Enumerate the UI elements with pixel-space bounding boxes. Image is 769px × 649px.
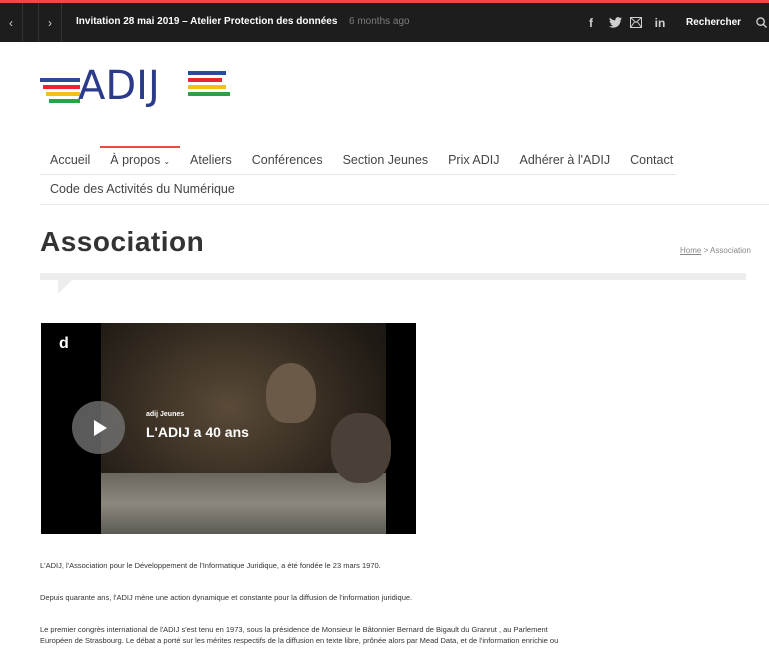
logo-stripe-blue-right [188, 71, 226, 75]
menu-item-a-propos[interactable]: À propos ⌄ [100, 146, 181, 174]
logo-stripe-yellow-right [188, 85, 226, 89]
video-thumbnail-table [101, 473, 386, 534]
logo-stripe-blue [40, 78, 80, 82]
menu-item-ateliers[interactable]: Ateliers [180, 146, 242, 174]
title-divider [40, 273, 746, 280]
adij-logo[interactable]: ADIJ [40, 63, 240, 109]
ticker-headline-link[interactable]: Invitation 28 mai 2019 – Atelier Protect… [76, 16, 337, 27]
logo-stripe-yellow [46, 92, 80, 96]
search-input[interactable] [676, 9, 764, 36]
email-icon[interactable] [628, 3, 644, 42]
breadcrumb: Home > Association [680, 246, 751, 255]
menu-item-adherer[interactable]: Adhérer à l'ADIJ [509, 146, 620, 174]
menu-item-label: Prix ADIJ [448, 153, 500, 167]
menu-item-label: Contact [630, 153, 674, 167]
breadcrumb-home-link[interactable]: Home [680, 246, 701, 255]
menu-item-contact[interactable]: Contact [620, 146, 683, 174]
top-bar: ‹ › Invitation 28 mai 2019 – Atelier Pro… [0, 3, 769, 42]
search-icon[interactable] [756, 3, 769, 42]
content-paragraph-line: Le premier congrès international de l'AD… [40, 625, 548, 634]
chevron-right-icon[interactable]: › [38, 3, 62, 42]
menu-item-label: Ateliers [190, 153, 232, 167]
menu-item-label: Code des Activités du Numérique [50, 182, 235, 196]
logo-stripe-red [43, 85, 80, 89]
menu-item-prix-adij[interactable]: Prix ADIJ [438, 146, 509, 174]
menu-item-label: Section Jeunes [342, 153, 429, 167]
facebook-icon[interactable]: f [584, 3, 598, 42]
chevron-left-icon[interactable]: ‹ [0, 3, 23, 42]
video-channel: adij Jeunes [146, 411, 185, 418]
twitter-icon[interactable] [606, 3, 624, 42]
main-menu-row-1: Accueil À propos ⌄ Ateliers Conférences S… [40, 146, 676, 175]
logo-stripe-green [49, 99, 80, 103]
content-paragraph: Le premier congrès international de l'AD… [40, 624, 558, 646]
content-paragraph: L'ADIJ, l'Association pour le Développem… [40, 561, 381, 570]
logo-stripe-green-right [188, 92, 230, 96]
menu-item-label: À propos [110, 153, 161, 167]
menu-item-conferences[interactable]: Conférences [242, 146, 333, 174]
play-icon[interactable] [72, 401, 125, 454]
main-menu-row-2: Code des Activités du Numérique [40, 175, 245, 203]
menu-item-label: Accueil [50, 153, 91, 167]
chevron-down-icon: ⌄ [163, 157, 171, 166]
menu-item-section-jeunes[interactable]: Section Jeunes [333, 146, 438, 174]
menu-item-label: Adhérer à l'ADIJ [519, 153, 611, 167]
breadcrumb-separator: > [703, 246, 709, 255]
video-player[interactable]: d adij Jeunes L'ADIJ a 40 ans [41, 323, 416, 534]
ticker-time-ago: 6 months ago [349, 16, 410, 27]
content-paragraph-line: Européen de Strasbourg. Le débat a porté… [40, 636, 559, 645]
menu-divider [40, 204, 769, 205]
menu-item-label: Conférences [251, 153, 323, 167]
menu-item-accueil[interactable]: Accueil [40, 146, 100, 174]
title-divider-notch [58, 280, 72, 294]
breadcrumb-current: Association [710, 246, 751, 255]
linkedin-icon[interactable]: in [652, 3, 668, 42]
video-title: L'ADIJ a 40 ans [146, 424, 249, 440]
content-paragraph: Depuis quarante ans, l'ADIJ mène une act… [40, 593, 413, 602]
logo-stripe-red-right [188, 78, 222, 82]
video-thumbnail-figure [331, 413, 391, 483]
logo-text: ADIJ [78, 63, 160, 109]
video-thumbnail-figure [266, 363, 316, 423]
play-triangle [94, 419, 107, 436]
page-title: Association [40, 226, 205, 257]
menu-item-code-numerique[interactable]: Code des Activités du Numérique [40, 175, 245, 203]
video-brand-logo: d [59, 335, 69, 352]
